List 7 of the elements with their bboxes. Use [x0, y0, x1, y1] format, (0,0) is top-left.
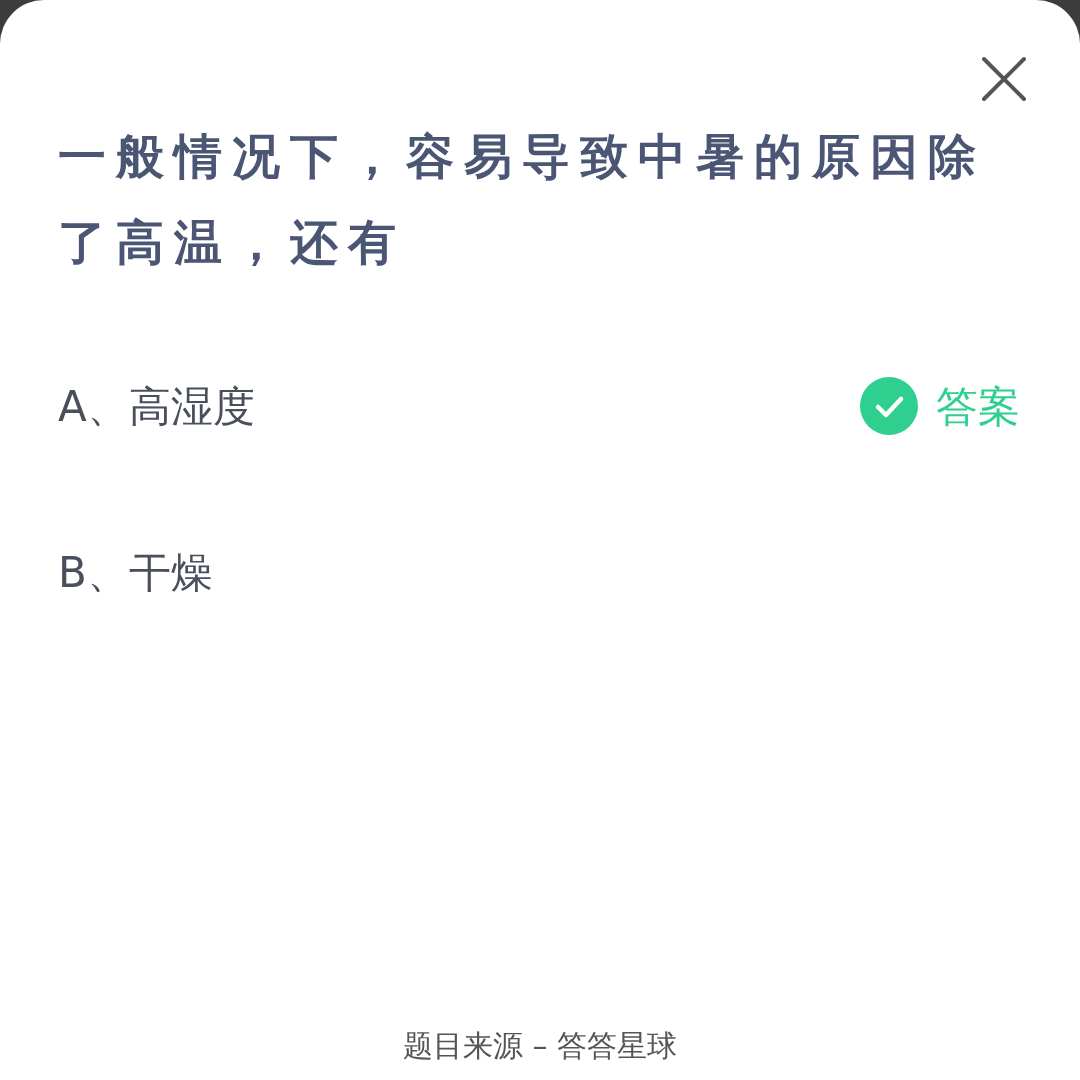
source-text: 题目来源 – 答答星球	[402, 1027, 678, 1065]
question-text: 一般情况下，容易导致中暑的原因除了高温，还有	[58, 127, 987, 272]
option-text[interactable]: B、干燥	[58, 540, 213, 604]
close-button[interactable]	[980, 55, 1028, 103]
close-icon	[981, 56, 1027, 102]
option-text[interactable]: A、高湿度	[58, 374, 255, 438]
answer-label: 答案	[936, 380, 1020, 433]
